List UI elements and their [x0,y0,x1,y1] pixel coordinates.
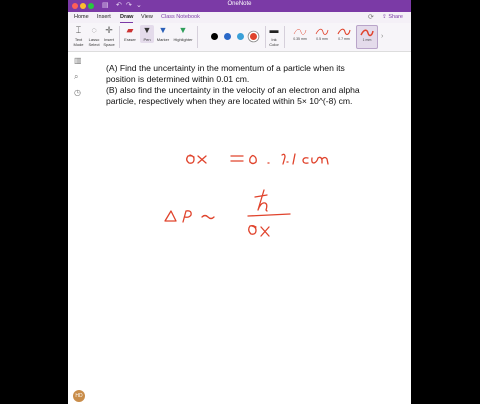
onenote-window: ▤ ↶ ↷ ⌄ OneNote Home Insert Draw View Cl… [68,0,411,404]
ink-fraction-line [247,213,291,217]
ink-layer [164,153,329,237]
ink-delta-x-top [186,154,207,164]
ink-h-bar [254,189,268,212]
ink-delta-p [164,210,215,223]
ink-equals-value [230,153,329,165]
avatar[interactable]: HD [73,390,85,402]
ink-delta-x-bottom [248,225,270,237]
